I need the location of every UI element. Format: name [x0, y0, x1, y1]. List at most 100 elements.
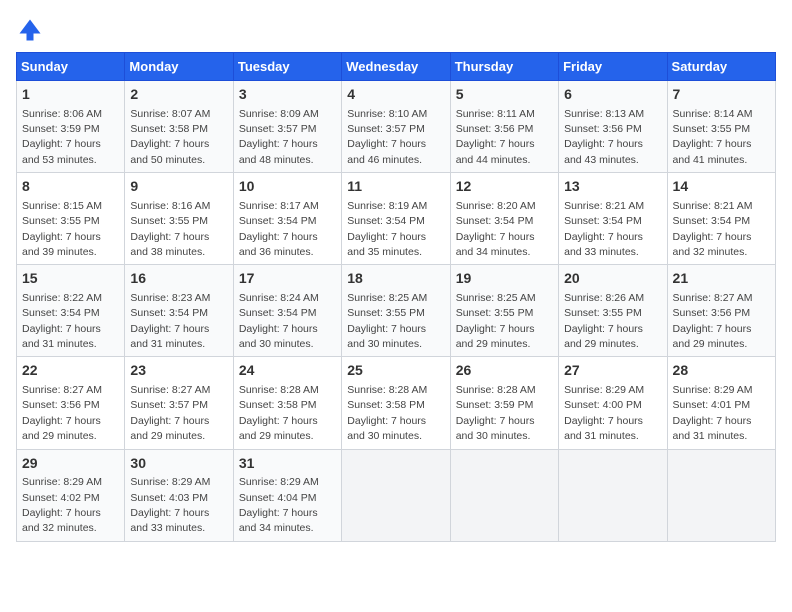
day-number: 9 [130, 177, 227, 197]
day-info: Sunrise: 8:06 AMSunset: 3:59 PMDaylight:… [22, 108, 102, 166]
day-cell: 31 Sunrise: 8:29 AMSunset: 4:04 PMDaylig… [233, 449, 341, 541]
day-info: Sunrise: 8:14 AMSunset: 3:55 PMDaylight:… [673, 108, 753, 166]
day-info: Sunrise: 8:09 AMSunset: 3:57 PMDaylight:… [239, 108, 319, 166]
day-number: 7 [673, 85, 770, 105]
day-number: 28 [673, 361, 770, 381]
day-header-saturday: Saturday [667, 53, 775, 81]
day-info: Sunrise: 8:23 AMSunset: 3:54 PMDaylight:… [130, 292, 210, 350]
day-info: Sunrise: 8:10 AMSunset: 3:57 PMDaylight:… [347, 108, 427, 166]
day-info: Sunrise: 8:11 AMSunset: 3:56 PMDaylight:… [456, 108, 535, 166]
day-number: 23 [130, 361, 227, 381]
logo [16, 16, 48, 44]
day-info: Sunrise: 8:27 AMSunset: 3:56 PMDaylight:… [22, 384, 102, 442]
day-number: 18 [347, 269, 444, 289]
day-info: Sunrise: 8:19 AMSunset: 3:54 PMDaylight:… [347, 200, 427, 258]
day-cell: 2 Sunrise: 8:07 AMSunset: 3:58 PMDayligh… [125, 81, 233, 173]
day-number: 3 [239, 85, 336, 105]
day-header-tuesday: Tuesday [233, 53, 341, 81]
day-number: 19 [456, 269, 553, 289]
day-cell [667, 449, 775, 541]
day-cell: 6 Sunrise: 8:13 AMSunset: 3:56 PMDayligh… [559, 81, 667, 173]
page-header [16, 16, 776, 44]
day-number: 2 [130, 85, 227, 105]
day-number: 6 [564, 85, 661, 105]
day-info: Sunrise: 8:20 AMSunset: 3:54 PMDaylight:… [456, 200, 536, 258]
day-cell: 16 Sunrise: 8:23 AMSunset: 3:54 PMDaylig… [125, 265, 233, 357]
day-cell: 8 Sunrise: 8:15 AMSunset: 3:55 PMDayligh… [17, 173, 125, 265]
day-info: Sunrise: 8:28 AMSunset: 3:58 PMDaylight:… [347, 384, 427, 442]
day-cell: 11 Sunrise: 8:19 AMSunset: 3:54 PMDaylig… [342, 173, 450, 265]
logo-icon [16, 16, 44, 44]
day-cell: 22 Sunrise: 8:27 AMSunset: 3:56 PMDaylig… [17, 357, 125, 449]
day-number: 4 [347, 85, 444, 105]
day-info: Sunrise: 8:28 AMSunset: 3:59 PMDaylight:… [456, 384, 536, 442]
day-info: Sunrise: 8:22 AMSunset: 3:54 PMDaylight:… [22, 292, 102, 350]
day-cell: 10 Sunrise: 8:17 AMSunset: 3:54 PMDaylig… [233, 173, 341, 265]
day-number: 21 [673, 269, 770, 289]
day-header-wednesday: Wednesday [342, 53, 450, 81]
day-header-monday: Monday [125, 53, 233, 81]
day-info: Sunrise: 8:26 AMSunset: 3:55 PMDaylight:… [564, 292, 644, 350]
day-info: Sunrise: 8:29 AMSunset: 4:01 PMDaylight:… [673, 384, 753, 442]
day-info: Sunrise: 8:29 AMSunset: 4:00 PMDaylight:… [564, 384, 644, 442]
day-info: Sunrise: 8:27 AMSunset: 3:57 PMDaylight:… [130, 384, 210, 442]
day-number: 11 [347, 177, 444, 197]
day-number: 30 [130, 454, 227, 474]
day-cell: 30 Sunrise: 8:29 AMSunset: 4:03 PMDaylig… [125, 449, 233, 541]
day-cell [342, 449, 450, 541]
day-cell: 17 Sunrise: 8:24 AMSunset: 3:54 PMDaylig… [233, 265, 341, 357]
day-info: Sunrise: 8:25 AMSunset: 3:55 PMDaylight:… [456, 292, 536, 350]
day-info: Sunrise: 8:29 AMSunset: 4:02 PMDaylight:… [22, 476, 102, 534]
day-number: 31 [239, 454, 336, 474]
day-cell: 28 Sunrise: 8:29 AMSunset: 4:01 PMDaylig… [667, 357, 775, 449]
day-header-sunday: Sunday [17, 53, 125, 81]
day-info: Sunrise: 8:13 AMSunset: 3:56 PMDaylight:… [564, 108, 644, 166]
day-cell: 26 Sunrise: 8:28 AMSunset: 3:59 PMDaylig… [450, 357, 558, 449]
day-cell: 20 Sunrise: 8:26 AMSunset: 3:55 PMDaylig… [559, 265, 667, 357]
day-info: Sunrise: 8:28 AMSunset: 3:58 PMDaylight:… [239, 384, 319, 442]
day-number: 15 [22, 269, 119, 289]
day-number: 8 [22, 177, 119, 197]
day-cell: 23 Sunrise: 8:27 AMSunset: 3:57 PMDaylig… [125, 357, 233, 449]
day-cell: 5 Sunrise: 8:11 AMSunset: 3:56 PMDayligh… [450, 81, 558, 173]
day-number: 24 [239, 361, 336, 381]
day-info: Sunrise: 8:16 AMSunset: 3:55 PMDaylight:… [130, 200, 210, 258]
day-cell: 9 Sunrise: 8:16 AMSunset: 3:55 PMDayligh… [125, 173, 233, 265]
day-number: 29 [22, 454, 119, 474]
day-number: 26 [456, 361, 553, 381]
day-cell: 4 Sunrise: 8:10 AMSunset: 3:57 PMDayligh… [342, 81, 450, 173]
day-number: 16 [130, 269, 227, 289]
day-cell: 13 Sunrise: 8:21 AMSunset: 3:54 PMDaylig… [559, 173, 667, 265]
day-number: 10 [239, 177, 336, 197]
day-cell: 7 Sunrise: 8:14 AMSunset: 3:55 PMDayligh… [667, 81, 775, 173]
day-cell [450, 449, 558, 541]
day-cell: 19 Sunrise: 8:25 AMSunset: 3:55 PMDaylig… [450, 265, 558, 357]
week-row-3: 15 Sunrise: 8:22 AMSunset: 3:54 PMDaylig… [17, 265, 776, 357]
day-cell: 3 Sunrise: 8:09 AMSunset: 3:57 PMDayligh… [233, 81, 341, 173]
day-number: 17 [239, 269, 336, 289]
day-cell: 18 Sunrise: 8:25 AMSunset: 3:55 PMDaylig… [342, 265, 450, 357]
day-cell: 15 Sunrise: 8:22 AMSunset: 3:54 PMDaylig… [17, 265, 125, 357]
day-cell: 21 Sunrise: 8:27 AMSunset: 3:56 PMDaylig… [667, 265, 775, 357]
calendar-table: SundayMondayTuesdayWednesdayThursdayFrid… [16, 52, 776, 542]
day-number: 12 [456, 177, 553, 197]
day-number: 5 [456, 85, 553, 105]
day-info: Sunrise: 8:15 AMSunset: 3:55 PMDaylight:… [22, 200, 102, 258]
day-info: Sunrise: 8:27 AMSunset: 3:56 PMDaylight:… [673, 292, 753, 350]
day-cell: 12 Sunrise: 8:20 AMSunset: 3:54 PMDaylig… [450, 173, 558, 265]
week-row-5: 29 Sunrise: 8:29 AMSunset: 4:02 PMDaylig… [17, 449, 776, 541]
day-header-friday: Friday [559, 53, 667, 81]
week-row-1: 1 Sunrise: 8:06 AMSunset: 3:59 PMDayligh… [17, 81, 776, 173]
day-info: Sunrise: 8:21 AMSunset: 3:54 PMDaylight:… [564, 200, 644, 258]
day-cell: 27 Sunrise: 8:29 AMSunset: 4:00 PMDaylig… [559, 357, 667, 449]
day-cell: 25 Sunrise: 8:28 AMSunset: 3:58 PMDaylig… [342, 357, 450, 449]
day-number: 14 [673, 177, 770, 197]
day-info: Sunrise: 8:29 AMSunset: 4:04 PMDaylight:… [239, 476, 319, 534]
day-number: 25 [347, 361, 444, 381]
week-row-4: 22 Sunrise: 8:27 AMSunset: 3:56 PMDaylig… [17, 357, 776, 449]
day-number: 1 [22, 85, 119, 105]
day-info: Sunrise: 8:17 AMSunset: 3:54 PMDaylight:… [239, 200, 319, 258]
day-number: 20 [564, 269, 661, 289]
day-cell: 29 Sunrise: 8:29 AMSunset: 4:02 PMDaylig… [17, 449, 125, 541]
calendar-header-row: SundayMondayTuesdayWednesdayThursdayFrid… [17, 53, 776, 81]
